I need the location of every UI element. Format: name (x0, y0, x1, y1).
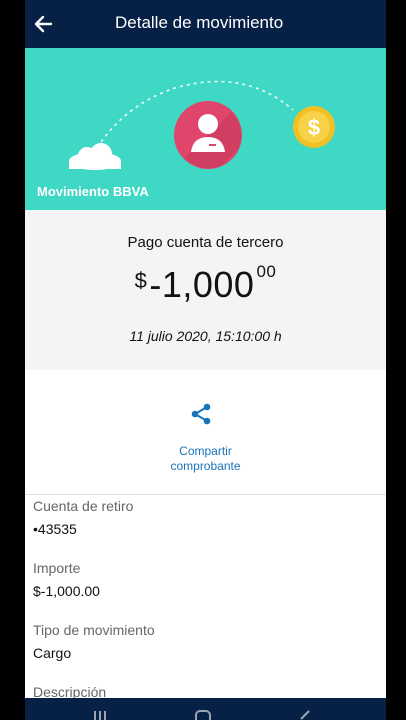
detail-field: Importe $-1,000.00 (33, 557, 386, 619)
movement-summary: Pago cuenta de tercero $-1,000 00 11 juli… (25, 210, 386, 370)
detail-field: Tipo de movimiento Cargo (33, 619, 386, 681)
back-button[interactable] (25, 0, 63, 48)
dollar-coin-icon: $ (293, 106, 335, 148)
currency-symbol: $ (134, 268, 148, 293)
amount-main: -1,000 (149, 264, 255, 305)
field-value: •43535 (33, 521, 77, 537)
home-icon[interactable] (195, 710, 211, 720)
share-receipt-button[interactable]: Compartir comprobante (25, 370, 386, 495)
app-bar: Detalle de movimiento (25, 0, 386, 48)
user-avatar-icon (174, 101, 242, 169)
share-label-line2: comprobante (170, 459, 241, 473)
field-value: Cargo (33, 645, 72, 661)
detail-list: Cuenta de retiro •43535 Importe $-1,000.… (25, 495, 386, 720)
page-title: Detalle de movimiento (115, 13, 284, 32)
movement-date: 11 julio 2020, 15:10:00 h (129, 328, 282, 344)
field-label: Importe (33, 560, 81, 576)
share-label: Compartir comprobante (25, 444, 386, 474)
hero-label: Movimiento BBVA (37, 184, 149, 199)
share-label-line1: Compartir (179, 444, 232, 458)
field-label: Tipo de movimiento (33, 622, 155, 638)
svg-text:$: $ (308, 115, 320, 140)
recent-apps-icon[interactable] (93, 710, 107, 720)
movement-description: Pago cuenta de tercero (127, 234, 284, 251)
back-nav-icon[interactable] (297, 710, 311, 720)
movement-amount: $-1,000 00 (25, 262, 386, 306)
detail-field: Cuenta de retiro •43535 (33, 495, 386, 557)
hero-banner: $ Movimiento BBVA (25, 48, 386, 210)
system-nav-bar (25, 698, 386, 720)
amount-cents: 00 (256, 262, 277, 281)
field-value: $-1,000.00 (33, 583, 100, 599)
app-screen: Detalle de movimiento $ Movimiento BBVA … (25, 0, 386, 720)
cloud-icon (69, 143, 121, 170)
back-arrow-icon (34, 15, 53, 33)
field-label: Cuenta de retiro (33, 498, 134, 514)
share-icon (191, 403, 211, 425)
